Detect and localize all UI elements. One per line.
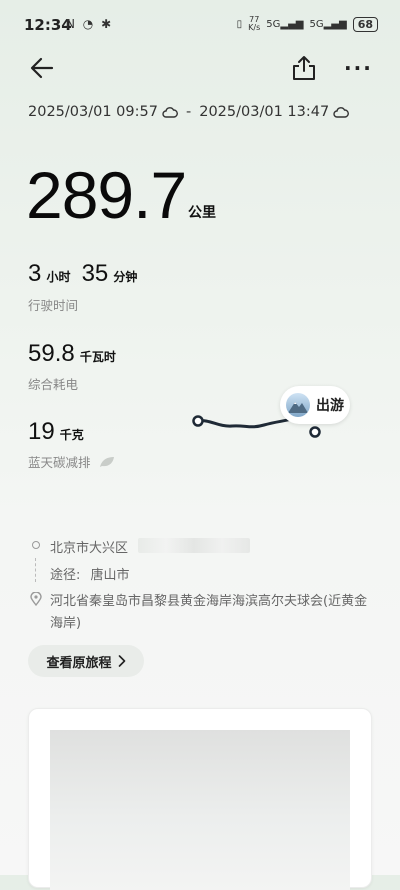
energy-unit: 千瓦时: [79, 350, 116, 364]
start-address: 北京市大兴区: [50, 541, 129, 556]
chevron-right-icon: [118, 655, 125, 667]
carbon-label: 蓝天碳减排: [28, 455, 91, 470]
trip-tag[interactable]: 出游: [280, 386, 350, 424]
energy-value: 59.8: [28, 340, 75, 367]
status-time: 12:34: [24, 16, 72, 34]
signal-label-2: 5G: [309, 18, 324, 30]
travel-tag-icon: [286, 393, 310, 417]
via-label: 途径:: [50, 568, 81, 583]
start-location-icon: [32, 541, 40, 549]
range-separator: -: [185, 104, 192, 120]
cloud-icon: [162, 107, 178, 118]
duration-label: 行驶时间: [28, 298, 79, 313]
leaf-icon: [99, 456, 114, 467]
carbon-unit: 千克: [59, 428, 84, 442]
redacted-address: [138, 538, 250, 553]
range-end: 2025/03/01 13:47: [199, 104, 330, 120]
end-address-line-2: 海岸): [50, 616, 82, 631]
status-bar: 12:34 N ◔ ✱ ▯ 77 K/s 5G▂▄▆ 5G▂▄▆ 68: [0, 0, 400, 48]
duration-minutes: 35: [81, 260, 109, 287]
end-address-line-1: 河北省秦皇岛市昌黎县黄金海岸海滨高尔夫球会(近黄金: [50, 594, 368, 609]
status-left-icons: N ◔ ✱: [66, 17, 114, 31]
duration-hours: 3: [28, 260, 42, 287]
battery-indicator: 68: [352, 16, 378, 32]
range-start: 2025/03/01 09:57: [28, 104, 158, 120]
via-row: 途径: 唐山市: [50, 564, 130, 583]
view-original-label: 查看原旅程: [46, 655, 112, 671]
view-original-trip-button[interactable]: 查看原旅程: [28, 645, 144, 677]
energy-label: 综合耗电: [28, 377, 79, 392]
minutes-unit: 分钟: [113, 270, 138, 284]
end-location-icon: [30, 592, 42, 606]
carbon-stat: 19 千克: [28, 418, 84, 446]
vibrate-icon: ▯: [236, 18, 243, 30]
trip-tag-label: 出游: [316, 398, 344, 414]
back-arrow-icon[interactable]: [28, 54, 56, 82]
signal-icon-2: 5G▂▄▆: [309, 18, 347, 30]
distance-value: 289.7: [26, 158, 187, 232]
distance-unit: 公里: [188, 205, 216, 221]
duration-stat: 3 小时 35 分钟: [28, 260, 137, 288]
trip-time-range: 2025/03/01 09:57 - 2025/03/01 13:47: [28, 104, 350, 120]
via-value: 唐山市: [90, 568, 130, 583]
route-end-point: [309, 426, 321, 438]
carbon-value: 19: [28, 418, 55, 445]
network-speed-unit: K/s: [248, 23, 261, 32]
hours-unit: 小时: [46, 270, 71, 284]
end-address: 河北省秦皇岛市昌黎县黄金海岸海滨高尔夫球会(近黄金 海岸): [50, 591, 380, 635]
trip-photo[interactable]: [50, 730, 350, 890]
network-speed: 77 K/s: [248, 16, 260, 32]
route-start-point: [192, 415, 204, 427]
signal-label-1: 5G: [266, 18, 281, 30]
route-connector: [35, 558, 36, 582]
cloud-icon: [333, 107, 350, 118]
share-icon[interactable]: [290, 54, 318, 82]
energy-stat: 59.8 千瓦时: [28, 340, 116, 368]
more-icon[interactable]: ···: [344, 56, 373, 80]
carbon-label-row: 蓝天碳减排: [28, 452, 115, 471]
signal-icon-1: 5G▂▄▆: [266, 18, 304, 30]
status-right-icons: ▯ 77 K/s 5G▂▄▆ 5G▂▄▆ 68: [237, 16, 378, 32]
